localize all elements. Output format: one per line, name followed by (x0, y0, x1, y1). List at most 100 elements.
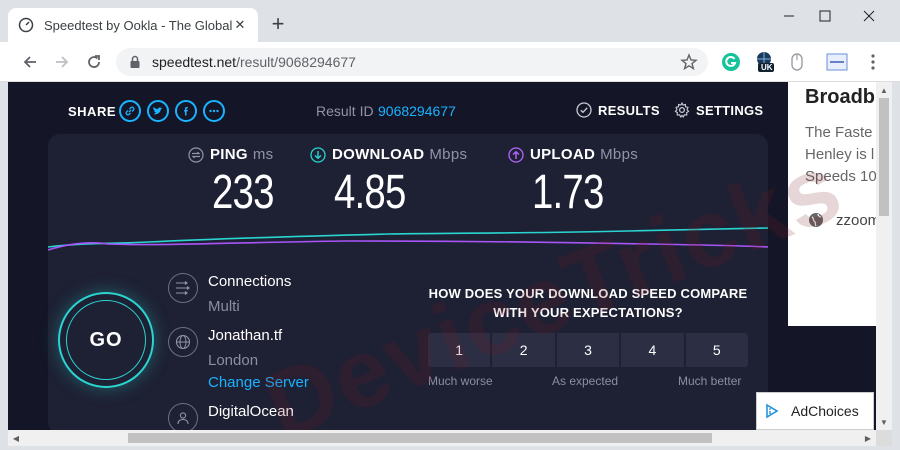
scrollbar-corner (876, 430, 892, 446)
globe-icon (168, 327, 198, 357)
horizontal-scroll-thumb[interactable] (128, 433, 712, 443)
adchoices-icon (766, 403, 779, 419)
ping-value: 233 (212, 166, 274, 219)
adchoices-button[interactable]: AdChoices (756, 392, 874, 430)
reload-button[interactable] (82, 50, 106, 74)
results-panel: PING ms 233 DOWNLOAD Mbps 4.85 UPLOAD Mb… (48, 134, 768, 430)
results-nav[interactable]: RESULTS (576, 102, 660, 118)
window-frame-left (0, 82, 8, 450)
result-header: SHARE Result ID 9068294677 RESULTS SETTI… (8, 82, 788, 138)
go-button[interactable]: GO (58, 292, 154, 388)
ad-domain: zzoom (836, 212, 876, 229)
uk-badge: UK (761, 63, 773, 72)
scroll-down-arrow-icon[interactable]: ▼ (876, 414, 892, 430)
compare-question-line1: HOW DOES YOUR DOWNLOAD SPEED COMPARE (428, 286, 748, 301)
rating-option-2[interactable]: 2 (492, 333, 555, 367)
url-host: speedtest.net (152, 54, 237, 70)
link-share-icon[interactable] (119, 100, 141, 122)
tab-strip: Speedtest by Ookla - The Global ✕ + (0, 0, 900, 42)
url-path: /result/9068294677 (236, 54, 356, 70)
download-value: 4.85 (334, 166, 406, 219)
lock-icon (128, 55, 142, 69)
result-id-link[interactable]: 9068294677 (378, 103, 456, 119)
settings-label: SETTINGS (696, 102, 764, 118)
rating-option-5[interactable]: 5 (685, 333, 749, 367)
compare-question: HOW DOES YOUR DOWNLOAD SPEED COMPARE WIT… (418, 284, 758, 322)
upload-metric: UPLOAD Mbps 1.73 (508, 146, 638, 220)
maximize-button[interactable] (802, 0, 847, 32)
speedtest-page: SHARE Result ID 9068294677 RESULTS SETTI… (8, 82, 876, 430)
ping-icon (188, 146, 204, 163)
vertical-scrollbar[interactable]: ▲ ▼ (876, 82, 892, 430)
compare-question-line2: WITH YOUR EXPECTATIONS? (493, 305, 683, 320)
profile-extension-icon[interactable] (826, 51, 848, 73)
grammarly-extension-icon[interactable] (720, 51, 742, 73)
scroll-left-arrow-icon[interactable]: ◀ (8, 430, 24, 446)
result-id-label: Result ID (316, 103, 374, 119)
facebook-share-icon[interactable] (175, 100, 197, 122)
scroll-right-arrow-icon[interactable]: ▶ (860, 430, 876, 446)
server-city: London (208, 352, 259, 369)
tab-speedtest[interactable]: Speedtest by Ookla - The Global ✕ (8, 8, 258, 42)
settings-nav[interactable]: SETTINGS (674, 102, 763, 118)
bookmark-star-icon[interactable] (680, 53, 698, 71)
upload-unit: Mbps (600, 146, 639, 163)
connections-mode[interactable]: Multi (208, 298, 240, 315)
check-circle-icon (576, 102, 592, 118)
forward-button[interactable] (50, 50, 74, 74)
connections-icon (168, 273, 198, 303)
ping-metric: PING ms 233 (188, 146, 289, 220)
chrome-menu-icon[interactable] (862, 51, 884, 73)
expectation-rating: 1 2 3 4 5 (428, 333, 749, 367)
rating-high-label: Much better (678, 374, 742, 388)
more-share-icon[interactable] (203, 100, 225, 122)
upload-arrow-icon (508, 146, 524, 163)
ad-globe-icon (808, 212, 824, 228)
browser-toolbar: speedtest.net/result/9068294677 UK (0, 42, 900, 82)
upload-label: UPLOAD (530, 146, 596, 163)
results-label: RESULTS (598, 102, 660, 118)
vertical-scroll-thumb[interactable] (879, 98, 889, 216)
change-server-link[interactable]: Change Server (208, 374, 309, 391)
ad-line-3: Speeds 10 (805, 168, 876, 185)
close-window-button[interactable] (846, 0, 891, 32)
provider-name: DigitalOcean (208, 403, 294, 420)
speedometer-icon (18, 17, 34, 33)
address-bar[interactable]: speedtest.net/result/9068294677 (116, 48, 708, 76)
share-label: SHARE (68, 104, 117, 119)
scroll-up-arrow-icon[interactable]: ▲ (876, 82, 892, 98)
download-arrow-icon (310, 146, 326, 163)
rating-low-label: Much worse (428, 374, 493, 388)
close-tab-icon[interactable]: ✕ (232, 17, 248, 33)
broadband-ad[interactable]: Broadb The Faste Henley is l Speeds 10 z… (788, 82, 876, 326)
twitter-share-icon[interactable] (147, 100, 169, 122)
rating-option-3[interactable]: 3 (556, 333, 620, 367)
upload-value: 1.73 (532, 166, 604, 219)
download-label: DOWNLOAD (332, 146, 425, 163)
rating-option-4[interactable]: 4 (621, 333, 684, 367)
tab-title: Speedtest by Ookla - The Global (44, 17, 233, 33)
adchoices-label: AdChoices (791, 403, 859, 419)
ad-title: Broadb (805, 86, 875, 108)
ad-line-2: Henley is l (805, 146, 875, 163)
horizontal-scrollbar[interactable]: ◀ ▶ (8, 430, 876, 446)
new-tab-button[interactable]: + (266, 13, 290, 37)
connections-title: Connections (208, 273, 292, 290)
ping-unit: ms (252, 146, 274, 163)
speed-graph (48, 227, 768, 251)
download-metric: DOWNLOAD Mbps 4.85 (310, 146, 467, 220)
rating-option-1[interactable]: 1 (428, 333, 491, 367)
back-button[interactable] (18, 50, 42, 74)
user-icon (168, 403, 198, 430)
url-text: speedtest.net/result/9068294677 (152, 54, 356, 70)
server-name: Jonathan.tf (208, 327, 283, 344)
go-label: GO (66, 300, 146, 380)
mouse-extension-icon[interactable] (786, 51, 808, 73)
window-frame-bottom (0, 446, 900, 450)
gear-icon (674, 102, 690, 118)
ping-label: PING (210, 146, 248, 163)
rating-mid-label: As expected (552, 374, 619, 388)
window-frame-right (892, 82, 900, 450)
uk-vpn-extension-icon[interactable]: UK (754, 51, 776, 73)
ad-line-1: The Faste (805, 124, 873, 141)
